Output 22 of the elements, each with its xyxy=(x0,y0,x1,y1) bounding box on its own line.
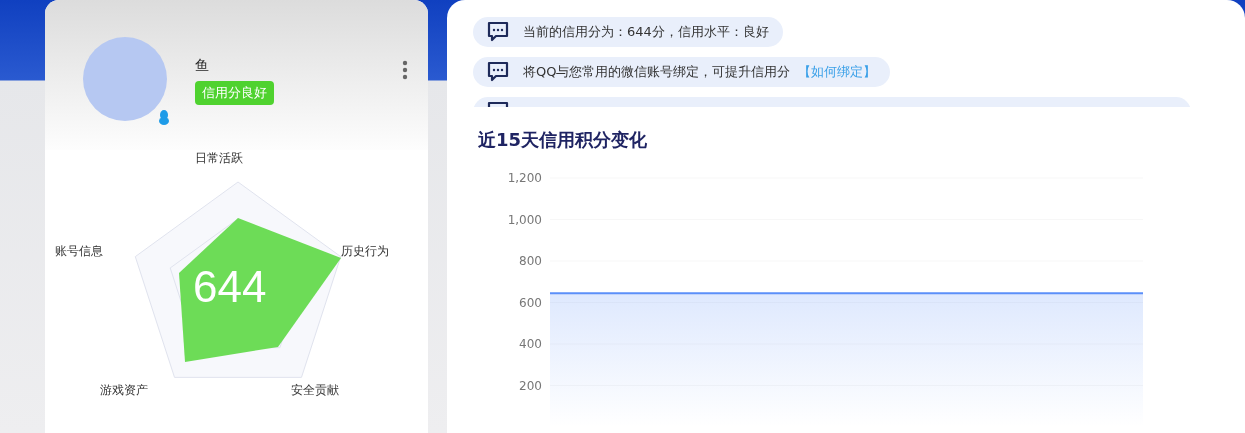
credit-status-badge: 信用分良好 xyxy=(195,81,274,105)
y-axis-label: 400 xyxy=(519,337,542,351)
how-to-bind-link[interactable]: 【如何绑定】 xyxy=(798,63,877,81)
radar-axis-label: 账号信息 xyxy=(55,243,103,260)
message-icon xyxy=(487,61,509,83)
y-axis-label: 200 xyxy=(519,378,542,393)
radar-axis-label: 游戏资产 xyxy=(100,382,148,399)
radar-axis-label: 历史行为 xyxy=(341,243,389,260)
y-axis-label: 600 xyxy=(519,295,542,310)
message-icon xyxy=(487,21,509,43)
user-name: 鱼 xyxy=(195,57,209,75)
radar-axis-label: 安全贡献 xyxy=(291,382,339,399)
y-axis-label: 1,000 xyxy=(507,212,542,227)
notice-text: 将QQ与您常用的微信账号绑定，可提升信用分 xyxy=(523,63,791,81)
more-icon[interactable] xyxy=(402,60,408,80)
chart-title: 近15天信用积分变化 xyxy=(478,128,649,152)
credit-score: 644 xyxy=(193,262,267,312)
radar-axis-label: 日常活跃 xyxy=(195,150,243,167)
y-axis-label: 800 xyxy=(519,254,542,268)
y-axis-label: 1,200 xyxy=(507,171,542,185)
notice-text: 当前的信用分为：644分，信用水平：良好 xyxy=(523,23,769,41)
penguin-icon xyxy=(158,109,170,125)
